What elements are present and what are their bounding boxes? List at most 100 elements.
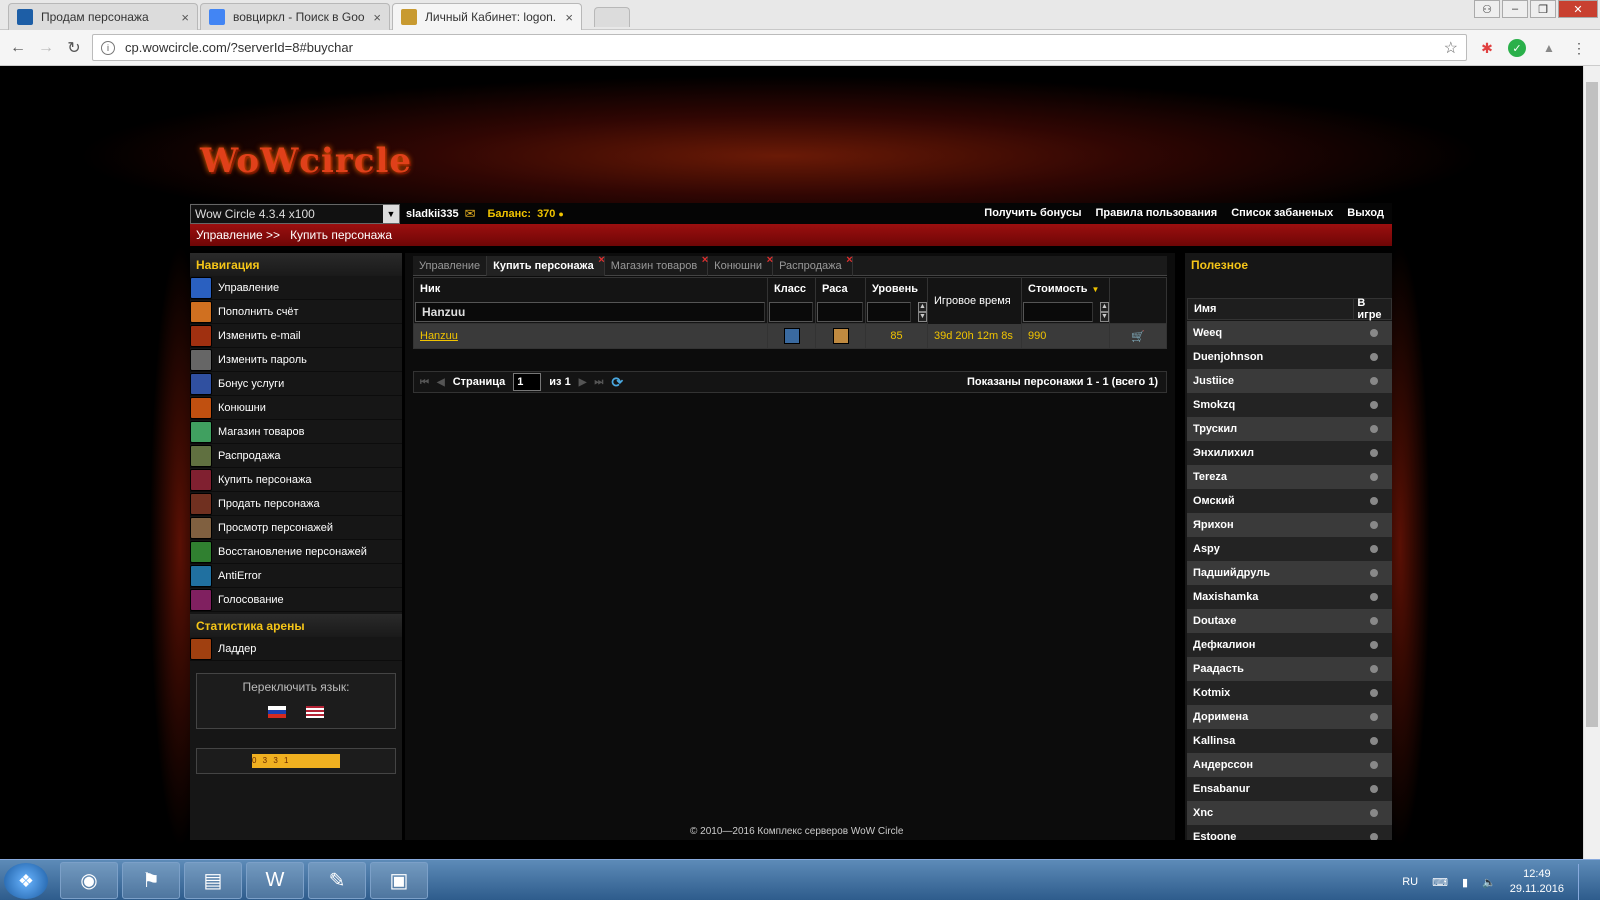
menu-icon[interactable]: ⋮: [1570, 39, 1588, 57]
logout-link[interactable]: Выход: [1347, 207, 1384, 219]
table-row[interactable]: Hanzuu 85 39d 20h 12m 8s 990 🛒: [414, 324, 1166, 348]
show-desktop-button[interactable]: [1578, 864, 1590, 900]
wow-taskbar-icon[interactable]: W: [246, 862, 304, 899]
signal-icon[interactable]: ▮: [1462, 876, 1468, 889]
back-icon[interactable]: ←: [8, 38, 28, 58]
first-page-icon[interactable]: ⏮: [420, 377, 429, 388]
player-row[interactable]: Падшийдруль: [1187, 561, 1392, 585]
col-level-header[interactable]: Уровень: [866, 278, 928, 300]
player-row[interactable]: Xnc: [1187, 801, 1392, 825]
clock[interactable]: 12:49 29.11.2016: [1510, 867, 1564, 897]
wowcircle-logo[interactable]: WoWcircle: [200, 141, 412, 181]
sidebar-item[interactable]: Голосование: [190, 588, 402, 612]
col-name-header[interactable]: Имя: [1188, 299, 1355, 319]
col-ingame-header[interactable]: В игре: [1354, 297, 1391, 321]
new-tab-button[interactable]: [594, 7, 630, 27]
spin-up-icon[interactable]: ▲: [918, 301, 927, 312]
player-row[interactable]: Tereza: [1187, 465, 1392, 489]
tab-close-icon[interactable]: ×: [373, 10, 381, 25]
player-row[interactable]: Доримена: [1187, 705, 1392, 729]
cart-icon[interactable]: 🛒: [1110, 324, 1166, 348]
extension-gray-icon[interactable]: ▲: [1540, 39, 1558, 57]
player-row[interactable]: Kallinsa: [1187, 729, 1392, 753]
col-cost-header[interactable]: Стоимость ▼: [1022, 278, 1110, 300]
extension-icon[interactable]: ✱: [1478, 39, 1496, 57]
tab-close-icon[interactable]: ×: [181, 10, 189, 25]
player-row[interactable]: Maxishamka: [1187, 585, 1392, 609]
filter-cost-input[interactable]: [1023, 301, 1093, 322]
check-extension-icon[interactable]: ✓: [1508, 39, 1526, 57]
sidebar-item-ladder[interactable]: Ладдер: [190, 637, 402, 661]
profile-icon[interactable]: ⚇: [1474, 0, 1500, 18]
us-flag-icon[interactable]: [305, 706, 324, 718]
filter-nick-input[interactable]: Hanzuu: [415, 301, 765, 322]
player-row[interactable]: Doutaxe: [1187, 609, 1392, 633]
browser-tab-active[interactable]: Личный Кабинет: logon. ×: [392, 3, 582, 30]
bookmark-star-icon[interactable]: ☆: [1444, 38, 1458, 58]
sidebar-item[interactable]: Изменить e-mail: [190, 324, 402, 348]
notes-taskbar-icon[interactable]: ✎: [308, 862, 366, 899]
tab-close-icon[interactable]: ×: [565, 10, 573, 25]
player-row[interactable]: Энхилихил: [1187, 441, 1392, 465]
sidebar-item[interactable]: Восстановление персонажей: [190, 540, 402, 564]
player-row[interactable]: Ensabanur: [1187, 777, 1392, 801]
sidebar-item[interactable]: Продать персонажа: [190, 492, 402, 516]
minimize-button[interactable]: –: [1502, 0, 1528, 18]
spin-up-icon[interactable]: ▲: [1100, 301, 1109, 312]
content-tab[interactable]: Конюшни ×: [708, 254, 774, 276]
player-row[interactable]: Kotmix: [1187, 681, 1392, 705]
tab-close-icon[interactable]: ×: [846, 254, 852, 266]
sidebar-item[interactable]: Магазин товаров: [190, 420, 402, 444]
player-row[interactable]: Smokzq: [1187, 393, 1392, 417]
sidebar-item[interactable]: Конюшни: [190, 396, 402, 420]
visit-counter[interactable]: 0 3 3 1: [196, 748, 396, 774]
content-tab[interactable]: Магазин товаров ×: [605, 254, 709, 276]
get-bonuses-link[interactable]: Получить бонусы: [984, 207, 1081, 219]
filter-class-input[interactable]: [769, 301, 813, 322]
content-tab[interactable]: Купить персонажа ×: [487, 254, 605, 276]
character-nick-link[interactable]: Hanzuu: [414, 324, 768, 348]
col-nick-header[interactable]: Ник: [414, 278, 768, 300]
sidebar-item[interactable]: Управление: [190, 276, 402, 300]
sidebar-item[interactable]: Купить персонажа: [190, 468, 402, 492]
banned-list-link[interactable]: Список забаненых: [1231, 207, 1333, 219]
sidebar-item[interactable]: Пополнить счёт: [190, 300, 402, 324]
mail-icon[interactable]: ✉: [465, 206, 476, 222]
refresh-icon[interactable]: ⟳: [611, 374, 623, 391]
app-taskbar-icon[interactable]: ⚑: [122, 862, 180, 899]
prev-page-icon[interactable]: ◀: [437, 377, 445, 388]
col-class-header[interactable]: Класс: [768, 278, 816, 300]
start-button[interactable]: ❖: [4, 863, 48, 899]
player-row[interactable]: Андерссон: [1187, 753, 1392, 777]
last-page-icon[interactable]: ⏭: [594, 377, 603, 388]
breadcrumb-item[interactable]: Управление >>: [196, 228, 280, 242]
level-spinner[interactable]: ▲ ▼: [913, 301, 927, 322]
browser-tab[interactable]: Продам персонажа ×: [8, 3, 198, 30]
site-info-icon[interactable]: i: [101, 40, 115, 55]
content-tab[interactable]: Распродажа ×: [773, 254, 853, 276]
player-row[interactable]: Duenjohnson: [1187, 345, 1392, 369]
russian-flag-icon[interactable]: [268, 706, 287, 718]
player-row[interactable]: Paадасть: [1187, 657, 1392, 681]
filter-level-input[interactable]: [867, 301, 911, 322]
sidebar-item[interactable]: Бонус услуги: [190, 372, 402, 396]
rules-link[interactable]: Правила пользования: [1095, 207, 1217, 219]
sidebar-item[interactable]: Изменить пароль: [190, 348, 402, 372]
page-number-input[interactable]: 1: [513, 373, 542, 391]
spin-down-icon[interactable]: ▼: [1100, 311, 1109, 322]
spin-down-icon[interactable]: ▼: [918, 311, 927, 322]
sidebar-item[interactable]: AntiError: [190, 564, 402, 588]
scrollbar-thumb[interactable]: [1586, 82, 1598, 727]
player-row[interactable]: Justiice: [1187, 369, 1392, 393]
image-viewer-taskbar-icon[interactable]: ▣: [370, 862, 428, 899]
player-row[interactable]: Дефкалион: [1187, 633, 1392, 657]
keyboard-icon[interactable]: ⌨: [1432, 876, 1448, 889]
cost-spinner[interactable]: ▲ ▼: [1095, 301, 1109, 322]
content-tab[interactable]: Управление: [413, 256, 488, 276]
player-row[interactable]: Омский: [1187, 489, 1392, 513]
browser-tab[interactable]: вовциркл - Поиск в Goo ×: [200, 3, 390, 30]
player-row[interactable]: Трускил: [1187, 417, 1392, 441]
sidebar-item[interactable]: Просмотр персонажей: [190, 516, 402, 540]
language-indicator[interactable]: RU: [1402, 876, 1418, 888]
close-window-button[interactable]: ✕: [1558, 0, 1598, 18]
